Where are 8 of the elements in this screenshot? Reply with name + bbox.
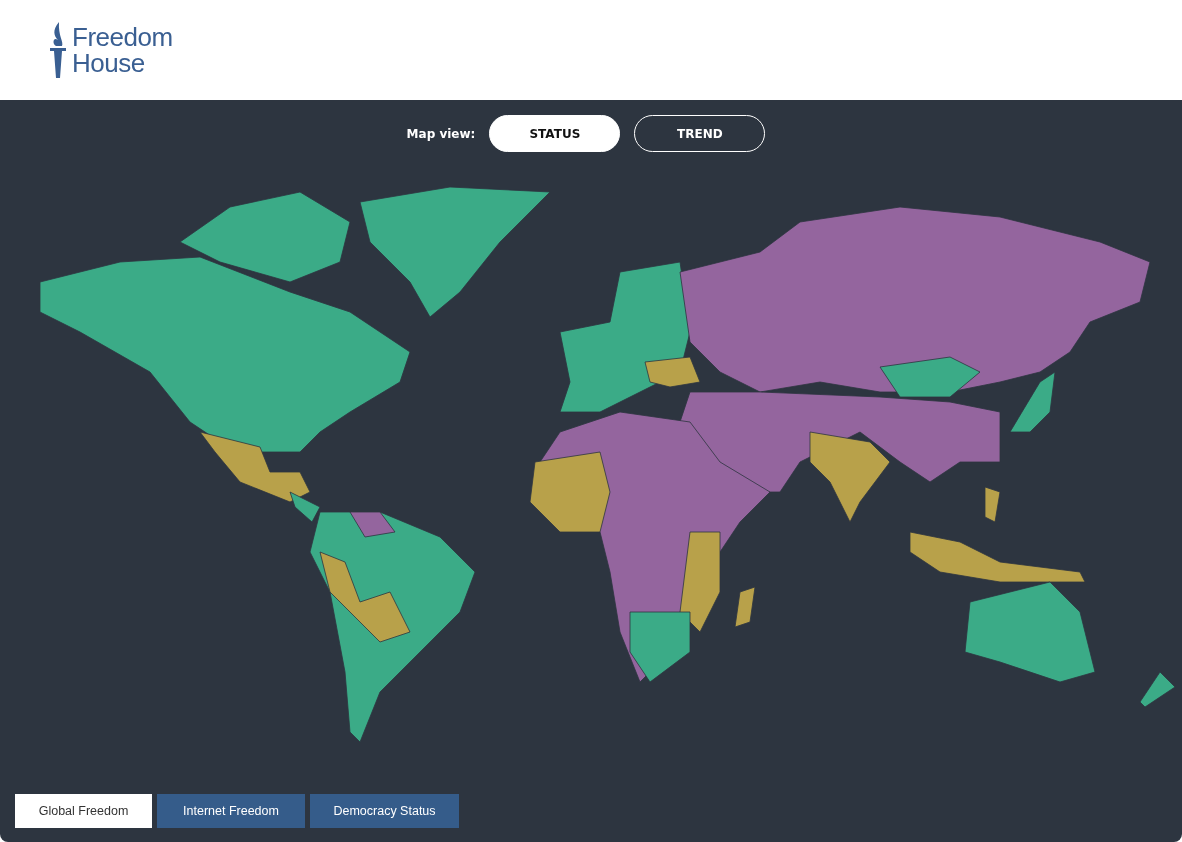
torch-icon (50, 22, 66, 78)
map-view-label: Map view: (406, 126, 476, 141)
map-tab[interactable]: Internet Freedom (157, 794, 305, 828)
world-map-drawing[interactable] (39, 186, 1176, 743)
map-tab[interactable]: Democracy Status (310, 794, 459, 828)
map-view-toggle[interactable]: STATUS (489, 115, 621, 152)
map-tab[interactable]: Global Freedom (15, 794, 152, 828)
logo-text[interactable]: Freedom House (72, 24, 173, 76)
